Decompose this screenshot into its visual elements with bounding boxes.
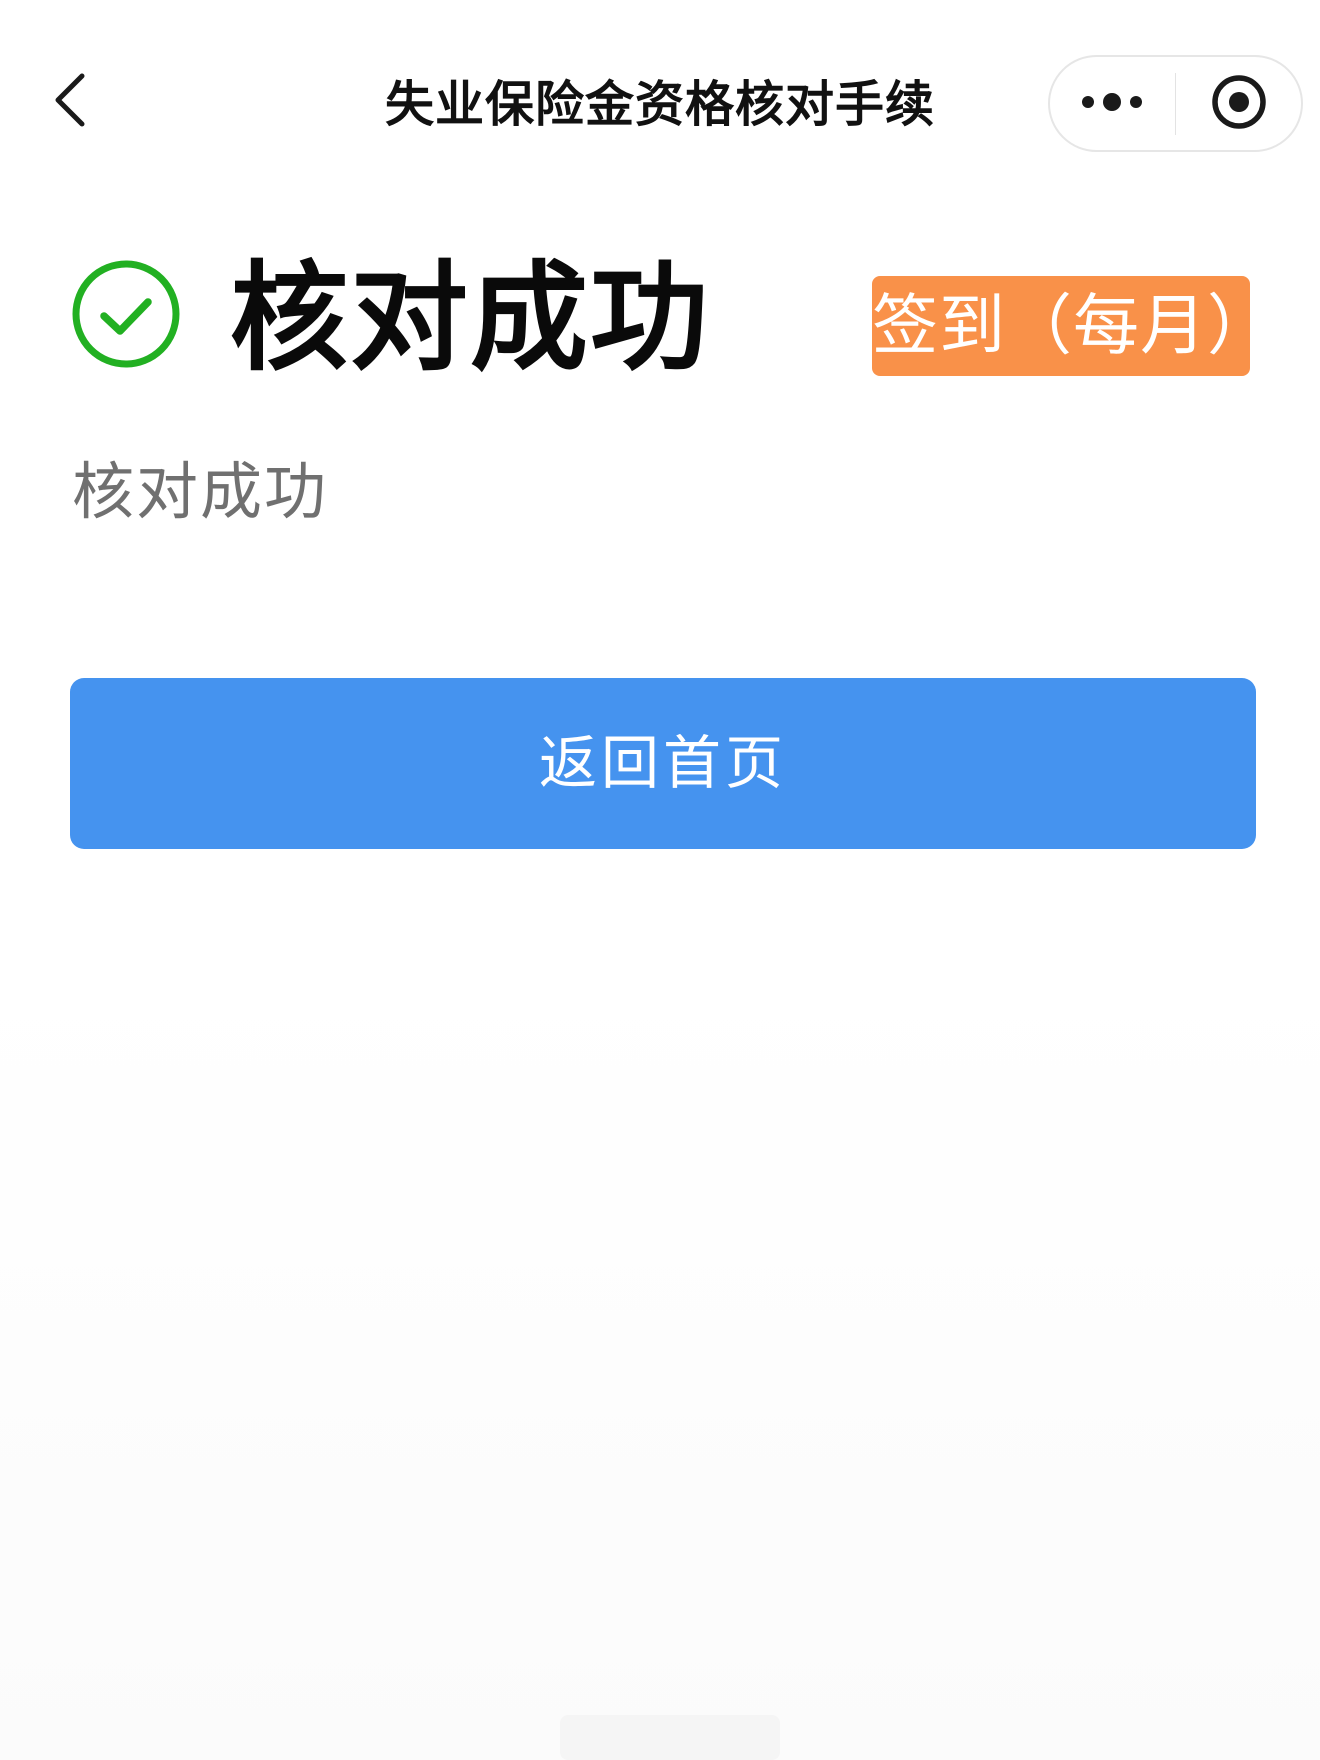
more-dots-icon: [1080, 90, 1144, 118]
more-button[interactable]: [1050, 57, 1175, 150]
result-title: 核对成功: [230, 249, 711, 387]
result-description: 核对成功: [72, 455, 329, 528]
return-home-button[interactable]: 返回首页: [70, 678, 1256, 849]
chevron-left-icon: [50, 70, 90, 134]
back-button[interactable]: [40, 62, 100, 142]
close-mini-program-button[interactable]: [1176, 57, 1301, 150]
page-title: 失业保险金资格核对手续: [384, 76, 935, 133]
watermark: [560, 1715, 780, 1760]
check-circle-icon: [70, 258, 182, 370]
navigation-bar: 失业保险金资格核对手续: [0, 0, 1320, 210]
target-circle-icon: [1210, 73, 1268, 135]
monthly-checkin-badge[interactable]: 签到（每月）: [872, 276, 1273, 376]
mini-program-capsule: [1048, 55, 1303, 152]
page: 失业保险金资格核对手续 核对成功 签到（每月） 核对成功 返回首页: [0, 0, 1320, 1760]
